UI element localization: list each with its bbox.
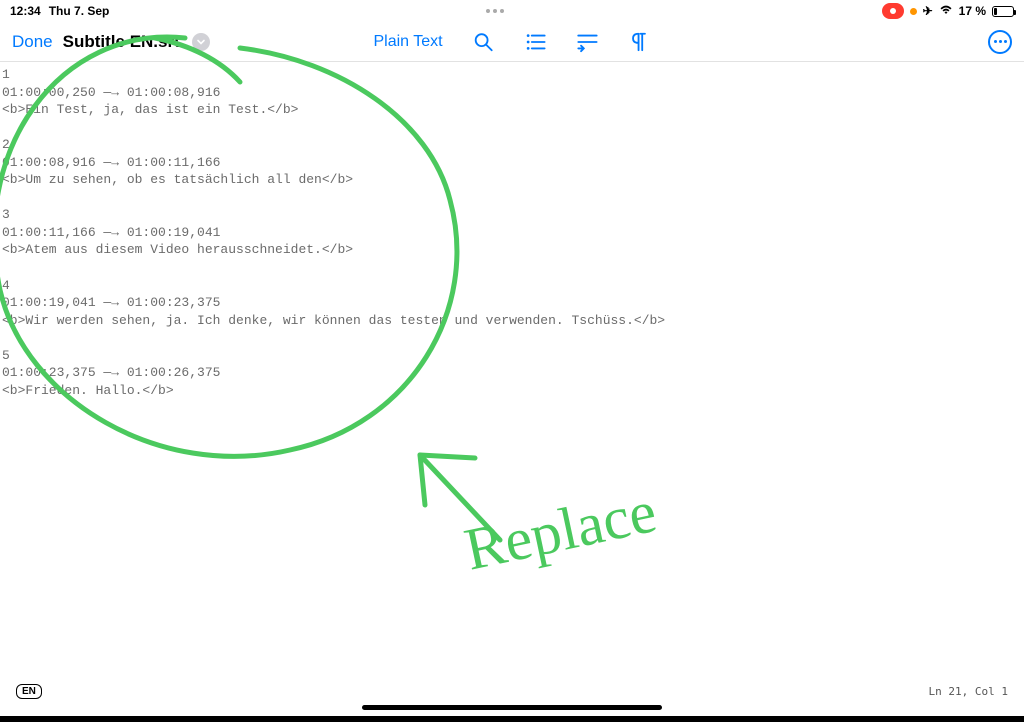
status-right: ✈︎ 17 % [882,3,1014,19]
filename-label[interactable]: Subtitle EN.srt [63,32,180,52]
wifi-icon [939,4,953,18]
keyboard-lang-button[interactable]: EN [16,684,42,699]
cursor-position: Ln 21, Col 1 [929,685,1009,698]
toolbar: Done Subtitle EN.srt Plain Text [0,22,1024,62]
pilcrow-icon[interactable] [629,31,651,53]
location-use-indicator-icon [910,8,917,15]
status-date: Thu 7. Sep [49,4,110,18]
bottom-bar: EN Ln 21, Col 1 [0,674,1024,708]
plain-text-button[interactable]: Plain Text [373,33,442,51]
recording-indicator-icon[interactable] [882,3,904,19]
text-editor[interactable]: 1 01:00:00,250 —→ 01:00:08,916 <b>Ein Te… [0,62,1024,676]
home-indicator[interactable] [362,705,662,710]
chevron-down-icon[interactable] [192,33,210,51]
status-time: 12:34 [10,4,41,18]
more-icon[interactable] [988,30,1012,54]
done-button[interactable]: Done [12,32,53,52]
status-left: 12:34 Thu 7. Sep [10,4,109,18]
search-icon[interactable] [473,31,495,53]
indent-icon[interactable] [577,31,599,53]
list-icon[interactable] [525,31,547,53]
status-bar: 12:34 Thu 7. Sep ✈︎ 17 % [0,0,1024,22]
battery-icon [992,6,1014,17]
battery-pct: 17 % [959,4,986,18]
status-grabber[interactable] [486,9,504,13]
airplane-icon: ✈︎ [923,4,933,18]
